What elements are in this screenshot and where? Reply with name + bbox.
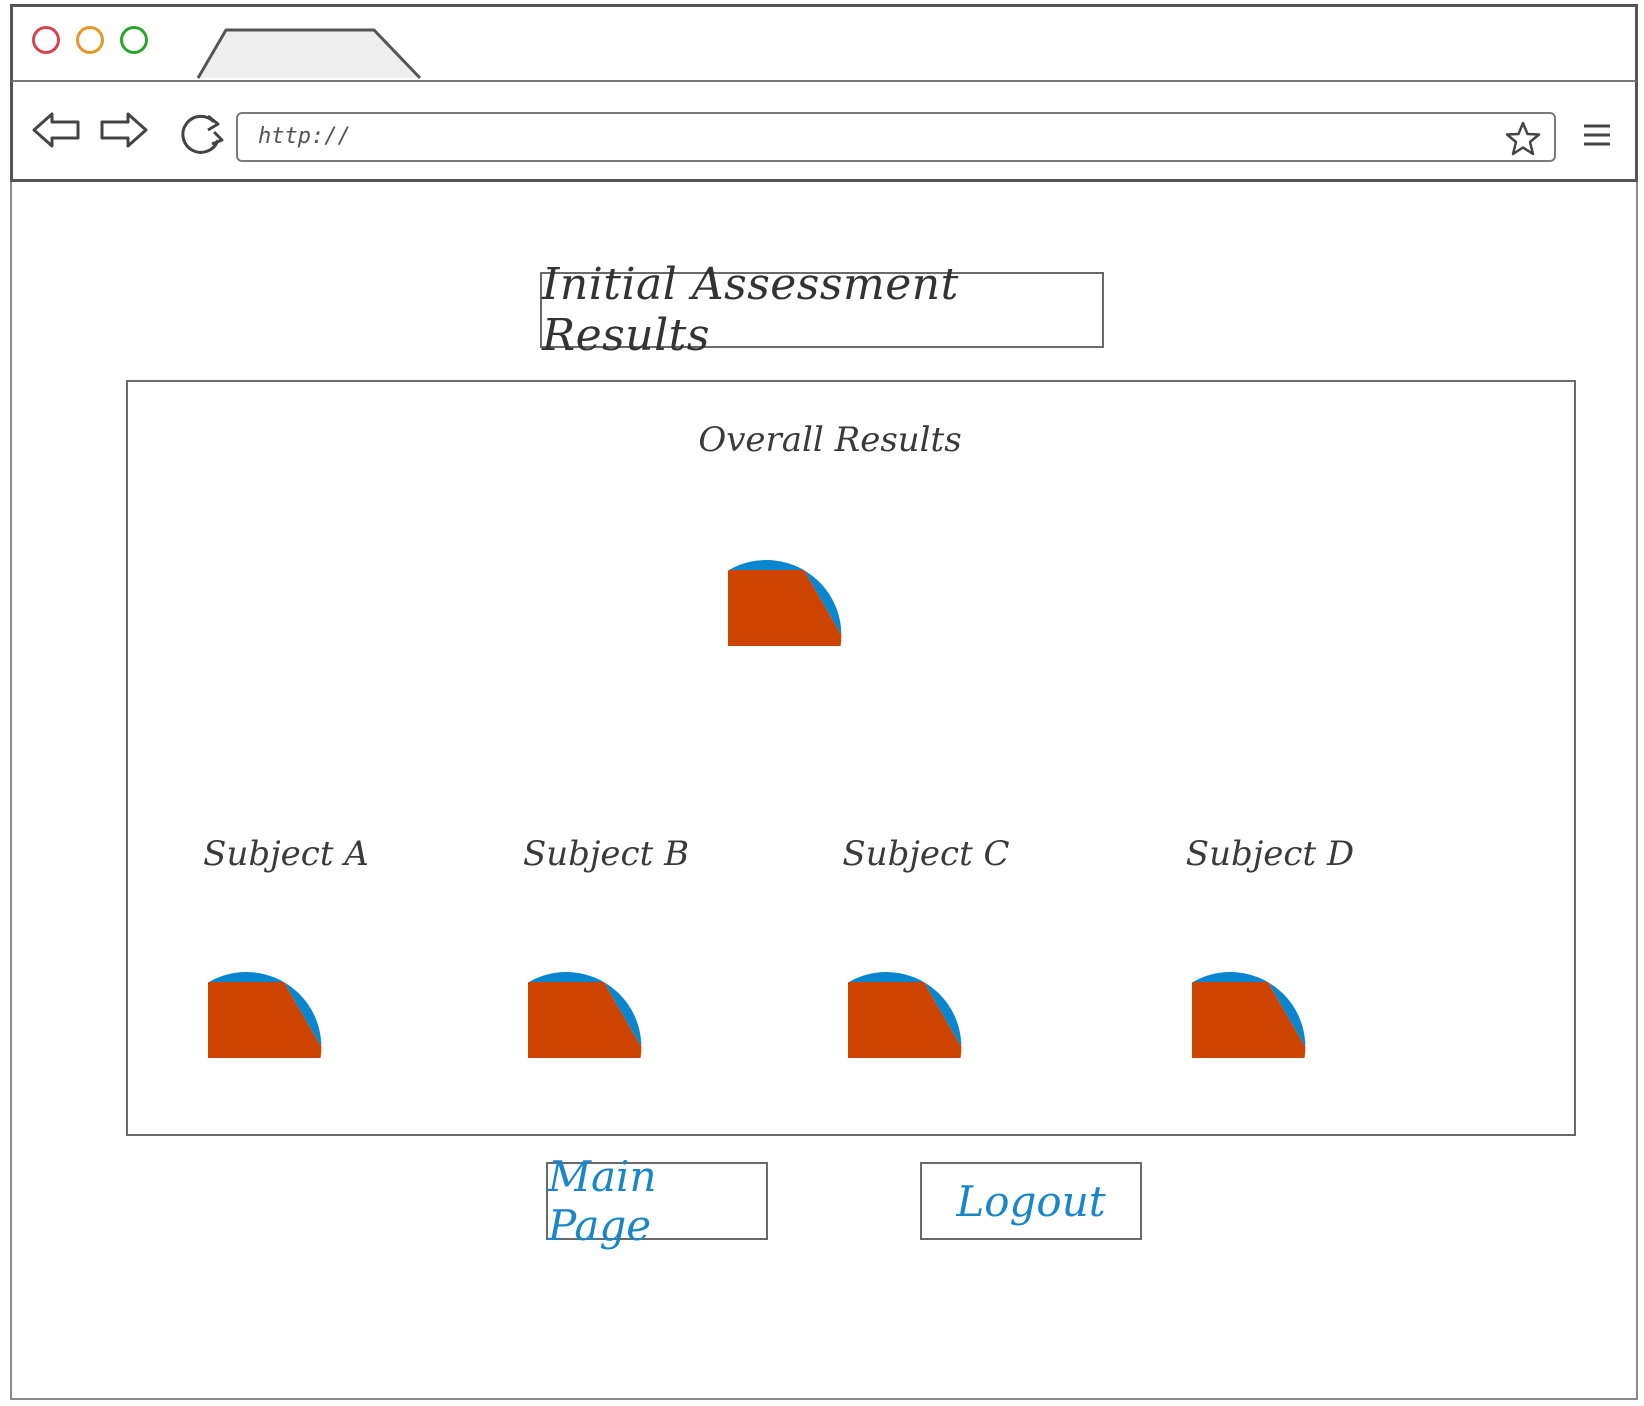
browser-tab[interactable]	[196, 26, 424, 80]
pie-slice-subject-d-1	[1192, 982, 1306, 1058]
back-arrow-icon[interactable]	[30, 108, 82, 152]
chart-title-subject-c: Subject C	[842, 834, 1010, 874]
minimize-window-button[interactable]	[76, 26, 104, 54]
pie-slice-subject-b-1	[528, 982, 642, 1058]
reload-icon[interactable]	[174, 110, 228, 160]
url-text: http://	[258, 124, 351, 149]
pie-chart-overall	[728, 560, 842, 646]
forward-arrow-icon[interactable]	[98, 108, 150, 152]
chart-title-overall: Overall Results	[698, 420, 962, 460]
pie-chart-subject-b	[528, 972, 642, 1058]
close-window-button[interactable]	[32, 26, 60, 54]
pie-slice-subject-a-1	[208, 982, 322, 1058]
bookmark-star-icon[interactable]	[1504, 120, 1542, 158]
page-title: Initial Assessment Results	[542, 259, 959, 361]
logout-button[interactable]: Logout	[920, 1162, 1142, 1240]
maximize-window-button[interactable]	[120, 26, 148, 54]
chart-title-subject-b: Subject B	[522, 834, 690, 874]
pie-slice-subject-c-1	[848, 982, 962, 1058]
chart-title-subject-a: Subject A	[203, 834, 369, 874]
pie-chart-subject-d	[1192, 972, 1306, 1058]
page-title-box: Initial Assessment Results	[540, 259, 1104, 361]
main-page-button[interactable]: Main Page	[546, 1152, 768, 1250]
chart-title-subject-d: Subject D	[1185, 834, 1355, 874]
pie-slice-overall-1	[728, 570, 842, 646]
hamburger-menu-icon[interactable]	[1582, 122, 1612, 148]
pie-chart-subject-a	[208, 972, 322, 1058]
address-bar[interactable]: http://	[236, 112, 1556, 162]
pie-chart-subject-c	[848, 972, 962, 1058]
